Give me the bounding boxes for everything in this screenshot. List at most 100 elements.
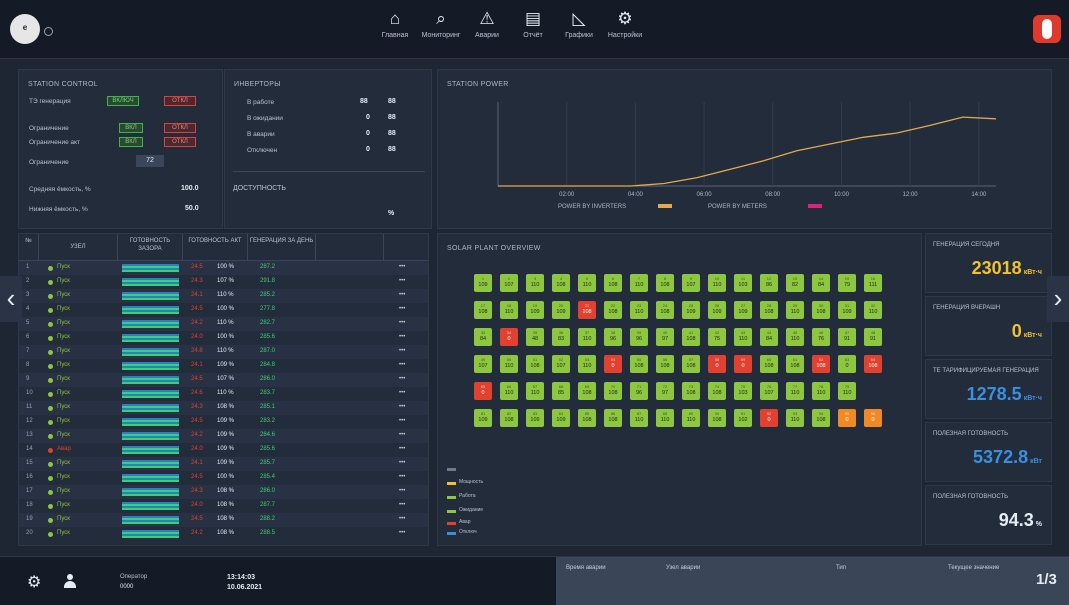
inverter-cell[interactable]: 32 110 — [864, 301, 882, 319]
inverter-cell[interactable]: 17 108 — [474, 301, 492, 319]
inverter-cell[interactable]: 19 109 — [526, 301, 544, 319]
inverter-cell[interactable]: 31 109 — [838, 301, 856, 319]
inverter-cell[interactable]: 82 108 — [500, 409, 518, 427]
row-menu-button[interactable]: ••• — [399, 418, 405, 424]
inverter-cell[interactable]: 8 108 — [656, 274, 674, 292]
row-menu-button[interactable]: ••• — [399, 334, 405, 340]
inverter-cell[interactable]: 96 0 — [864, 409, 882, 427]
inverter-cell[interactable]: 87 110 — [630, 409, 648, 427]
inverter-cell[interactable]: 27 109 — [734, 301, 752, 319]
nav-monitoring[interactable]: ⌕ Мониторинг — [418, 8, 464, 50]
table-row[interactable]: 10 Пуск 24.6 110 % 283.7 ••• — [19, 387, 428, 401]
disable-button[interactable]: ОТКЛ — [164, 137, 196, 147]
inverter-cell[interactable]: 21 108 — [578, 301, 596, 319]
inverter-cell[interactable]: 76 107 — [760, 382, 778, 400]
table-row[interactable]: 7 Пуск 24.8 110 % 287.0 ••• — [19, 345, 428, 359]
inverter-cell[interactable]: 35 48 — [526, 328, 544, 346]
row-menu-button[interactable]: ••• — [399, 264, 405, 270]
inverter-cell[interactable]: 6 108 — [604, 274, 622, 292]
table-row[interactable]: 9 Пуск 24.5 107 % 286.0 ••• — [19, 373, 428, 387]
inverter-cell[interactable]: 62 108 — [812, 355, 830, 373]
inverter-cell[interactable]: 52 107 — [552, 355, 570, 373]
nav-settings[interactable]: ⚙ Настройки — [602, 8, 648, 50]
inverter-cell[interactable]: 48 91 — [864, 328, 882, 346]
inverter-cell[interactable]: 60 108 — [760, 355, 778, 373]
inverter-cell[interactable]: 46 76 — [812, 328, 830, 346]
inverter-cell[interactable]: 69 108 — [578, 382, 596, 400]
inverter-cell[interactable]: 75 103 — [734, 382, 752, 400]
inverter-cell[interactable]: 29 110 — [786, 301, 804, 319]
inverter-cell[interactable]: 38 96 — [604, 328, 622, 346]
table-row[interactable]: 13 Пуск 24.2 109 % 284.6 ••• — [19, 429, 428, 443]
nav-alarms[interactable]: ⚠ Аварии — [464, 8, 510, 50]
user-icon[interactable] — [64, 574, 76, 588]
row-menu-button[interactable]: ••• — [399, 292, 405, 298]
inverter-cell[interactable]: 57 108 — [682, 355, 700, 373]
inverter-cell[interactable]: 64 108 — [864, 355, 882, 373]
row-menu-button[interactable]: ••• — [399, 306, 405, 312]
inverter-cell[interactable]: 9 107 — [682, 274, 700, 292]
row-menu-button[interactable]: ••• — [399, 488, 405, 494]
row-menu-button[interactable]: ••• — [399, 460, 405, 466]
inverter-cell[interactable]: 49 107 — [474, 355, 492, 373]
table-row[interactable]: 20 Пуск 24.2 108 % 288.5 ••• — [19, 527, 428, 541]
inverter-cell[interactable]: 71 96 — [630, 382, 648, 400]
next-page-arrow[interactable]: › — [1047, 276, 1069, 322]
inverter-cell[interactable]: 53 110 — [578, 355, 596, 373]
inverter-cell[interactable]: 3 110 — [526, 274, 544, 292]
row-menu-button[interactable]: ••• — [399, 376, 405, 382]
table-row[interactable]: 3 Пуск 24.1 110 % 285.2 ••• — [19, 289, 428, 303]
row-menu-button[interactable]: ••• — [399, 502, 405, 508]
inverter-cell[interactable]: 28 108 — [760, 301, 778, 319]
company-logo[interactable]: ᵉ — [10, 14, 40, 44]
inverter-cell[interactable]: 45 110 — [786, 328, 804, 346]
table-row[interactable]: 1 Пуск 24.5 100 % 287.2 ••• — [19, 261, 428, 275]
inverter-cell[interactable]: 7 110 — [630, 274, 648, 292]
table-row[interactable]: 12 Пуск 24.5 109 % 283.2 ••• — [19, 415, 428, 429]
inverter-cell[interactable]: 5 110 — [578, 274, 596, 292]
inverter-cell[interactable]: 83 109 — [526, 409, 544, 427]
inverter-cell[interactable]: 58 0 — [708, 355, 726, 373]
inverter-cell[interactable]: 26 109 — [708, 301, 726, 319]
gear-icon[interactable]: ⚙ — [27, 572, 41, 592]
table-row[interactable]: 14 Авар 24.0 109 % 285.6 ••• — [19, 443, 428, 457]
inverter-cell[interactable]: 36 83 — [552, 328, 570, 346]
inverter-cell[interactable]: 50 110 — [500, 355, 518, 373]
inverter-cell[interactable]: 56 108 — [656, 355, 674, 373]
inverter-cell[interactable]: 61 108 — [786, 355, 804, 373]
inverter-cell[interactable]: 91 102 — [734, 409, 752, 427]
inverter-cell[interactable]: 78 110 — [812, 382, 830, 400]
inverter-cell[interactable]: 39 96 — [630, 328, 648, 346]
inverter-cell[interactable]: 73 108 — [682, 382, 700, 400]
row-menu-button[interactable]: ••• — [399, 474, 405, 480]
row-menu-button[interactable]: ••• — [399, 278, 405, 284]
inverter-cell[interactable]: 18 110 — [500, 301, 518, 319]
enable-button[interactable]: ВКЛ — [119, 123, 143, 133]
table-row[interactable]: 4 Пуск 24.5 100 % 277.8 ••• — [19, 303, 428, 317]
inverter-cell[interactable]: 14 84 — [812, 274, 830, 292]
inverter-cell[interactable]: 79 110 — [838, 382, 856, 400]
inverter-cell[interactable]: 40 97 — [656, 328, 674, 346]
inverter-cell[interactable]: 37 110 — [578, 328, 596, 346]
inverter-cell[interactable]: 54 0 — [604, 355, 622, 373]
inverter-cell[interactable]: 89 110 — [682, 409, 700, 427]
inverter-cell[interactable]: 77 110 — [786, 382, 804, 400]
row-menu-button[interactable]: ••• — [399, 362, 405, 368]
inverter-cell[interactable]: 85 108 — [578, 409, 596, 427]
inverter-cell[interactable]: 47 91 — [838, 328, 856, 346]
table-row[interactable]: 18 Пуск 24.0 108 % 287.7 ••• — [19, 499, 428, 513]
table-row[interactable]: 2 Пуск 24.3 107 % 291.8 ••• — [19, 275, 428, 289]
row-menu-button[interactable]: ••• — [399, 404, 405, 410]
inverter-cell[interactable]: 15 79 — [838, 274, 856, 292]
row-menu-button[interactable]: ••• — [399, 320, 405, 326]
inverter-cell[interactable]: 33 84 — [474, 328, 492, 346]
inverter-cell[interactable]: 90 108 — [708, 409, 726, 427]
enable-button[interactable]: ВКЛЮЧ — [107, 96, 139, 106]
inverter-cell[interactable]: 86 108 — [604, 409, 622, 427]
inverter-cell[interactable]: 20 109 — [552, 301, 570, 319]
table-row[interactable]: 11 Пуск 24.3 108 % 285.1 ••• — [19, 401, 428, 415]
inverter-cell[interactable]: 22 108 — [604, 301, 622, 319]
inverter-cell[interactable]: 2 107 — [500, 274, 518, 292]
inverter-cell[interactable]: 10 110 — [708, 274, 726, 292]
inverter-cell[interactable]: 72 97 — [656, 382, 674, 400]
